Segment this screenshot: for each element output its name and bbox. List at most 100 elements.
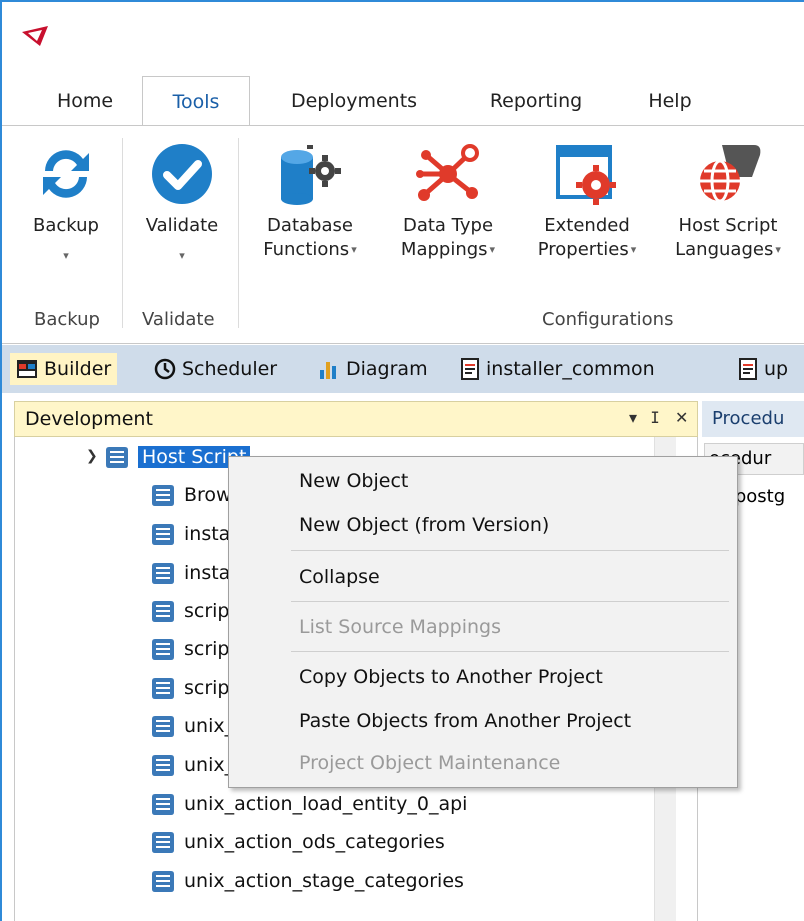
ribbon-panel: Backup ▾ Backup Validate ▾ Validate Data… (2, 125, 804, 344)
tab-tools[interactable]: Tools (142, 76, 250, 127)
scroll-icon (152, 524, 174, 545)
refresh-icon (20, 134, 112, 214)
tree-item-label: insta (184, 523, 231, 545)
tab-diagram-label: Diagram (346, 358, 428, 380)
clock-icon (154, 358, 176, 380)
tab-scheduler[interactable]: Scheduler (148, 353, 283, 385)
scroll-icon (106, 447, 128, 468)
group-label-validate: Validate (142, 309, 215, 330)
tab-installer-common-label: installer_common (486, 358, 655, 380)
builder-icon (17, 360, 37, 378)
development-panel-title: Development (25, 408, 153, 430)
tab-builder[interactable]: Builder (10, 353, 118, 385)
app-logo-icon (20, 24, 52, 53)
scroll-icon (152, 832, 174, 853)
chevron-down-icon[interactable]: ❯ (86, 448, 98, 464)
tab-builder-label: Builder (44, 358, 112, 380)
backup-label: Backup (33, 215, 99, 236)
chevron-down-icon: ▾ (63, 249, 69, 262)
chevron-down-icon: ▾ (630, 243, 637, 256)
menu-item-new-object[interactable]: New Object (299, 461, 408, 501)
tree-item[interactable]: unix_ (150, 709, 234, 743)
pin-icon[interactable]: ⵊ (651, 408, 659, 427)
tree-item-label: unix_action_stage_categories (184, 870, 464, 892)
tree-item-label: unix_ (184, 754, 235, 776)
development-panel-header: Development ▾ ⵊ ✕ (14, 401, 698, 437)
scroll-icon (152, 485, 174, 506)
tree-item-label: scrip (184, 638, 230, 660)
procedure-row-label: postg (734, 486, 786, 507)
tree-item[interactable]: scrip (150, 671, 230, 705)
group-label-backup: Backup (34, 309, 100, 330)
data-type-mappings-label: Data Type (402, 215, 494, 236)
validate-label: Validate (145, 215, 219, 236)
close-icon[interactable]: ✕ (675, 408, 688, 427)
menu-item-new-object-from-version[interactable]: New Object (from Version) (299, 505, 549, 545)
tree-item[interactable]: Brow (150, 478, 232, 512)
script-document-icon (739, 358, 757, 380)
menu-item-paste-objects[interactable]: Paste Objects from Another Project (299, 701, 631, 741)
context-menu: New Object New Object (from Version) Col… (228, 456, 738, 788)
bar-chart-icon (320, 362, 336, 379)
tree-item[interactable]: scrip (150, 632, 230, 666)
tree-item-label: unix_ (184, 715, 235, 737)
tree-item[interactable]: scrip (150, 594, 230, 628)
chevron-down-icon: ▾ (179, 249, 185, 262)
tab-installer-common[interactable]: installer_common (454, 353, 661, 385)
chevron-down-icon: ▾ (489, 243, 496, 256)
tab-up-label: up (764, 358, 789, 380)
tab-deployments[interactable]: Deployments (264, 76, 444, 126)
globe-scroll-icon (658, 134, 798, 214)
menu-divider (291, 550, 729, 551)
tree-item[interactable]: unix_ (150, 748, 234, 782)
database-functions-label: Database (267, 215, 353, 236)
host-script-languages-button[interactable]: Host Script Languages ▾ (658, 134, 798, 262)
chevron-down-icon: ▾ (351, 243, 357, 256)
scroll-icon (152, 639, 174, 660)
scroll-icon (152, 794, 174, 815)
ribbon-tabs: Home Tools Deployments Reporting Help (2, 76, 804, 127)
procedure-panel-header: Procedu (702, 401, 804, 437)
backup-button[interactable]: Backup ▾ (20, 134, 112, 268)
tab-scheduler-label: Scheduler (182, 358, 278, 380)
menu-item-project-object-maintenance: Project Object Maintenance (299, 752, 561, 774)
database-functions-label-2: Functions (263, 239, 350, 260)
scroll-icon (152, 678, 174, 699)
panel-menu-icon[interactable]: ▾ (629, 408, 637, 427)
tab-home[interactable]: Home (42, 76, 128, 126)
scroll-icon (152, 755, 174, 776)
data-type-mappings-label-2: Mappings (400, 239, 488, 260)
tree-item-label: scrip (184, 600, 230, 622)
menu-item-list-source-mappings: List Source Mappings (299, 616, 501, 638)
tab-up[interactable]: up (732, 353, 794, 385)
tab-diagram[interactable]: Diagram (312, 353, 434, 385)
data-type-mappings-button[interactable]: Data Type Mappings ▾ (384, 134, 512, 262)
tab-help[interactable]: Help (628, 76, 712, 126)
chevron-down-icon: ▾ (775, 243, 781, 256)
scroll-icon (152, 871, 174, 892)
menu-item-copy-objects[interactable]: Copy Objects to Another Project (299, 657, 603, 697)
title-bar (2, 2, 804, 76)
tree-item-label: scrip (184, 677, 230, 699)
database-functions-button[interactable]: Database Functions ▾ (248, 134, 372, 262)
scroll-icon (152, 601, 174, 622)
validate-button[interactable]: Validate ▾ (134, 134, 230, 268)
extended-properties-button[interactable]: Extended Properties ▾ (522, 134, 652, 262)
tree-item[interactable]: unix_action_stage_categories (150, 864, 464, 898)
menu-divider (291, 601, 729, 602)
scroll-icon (152, 716, 174, 737)
tree-item[interactable]: insta (150, 517, 230, 551)
tab-reporting[interactable]: Reporting (464, 76, 608, 126)
group-divider (122, 138, 123, 328)
group-label-configurations: Configurations (542, 309, 674, 330)
menu-divider (291, 651, 729, 652)
tree-item-label: insta (184, 562, 231, 584)
host-script-languages-label-2: Languages (675, 239, 774, 260)
tree-item[interactable]: unix_action_load_entity_0_api (150, 787, 467, 821)
extended-properties-label-2: Properties (537, 239, 629, 260)
extended-properties-label: Extended (544, 215, 630, 236)
tree-item[interactable]: insta (150, 556, 230, 590)
menu-item-collapse[interactable]: Collapse (299, 557, 380, 597)
tree-item[interactable]: unix_action_ods_categories (150, 825, 445, 859)
checkmark-circle-icon (134, 134, 230, 214)
